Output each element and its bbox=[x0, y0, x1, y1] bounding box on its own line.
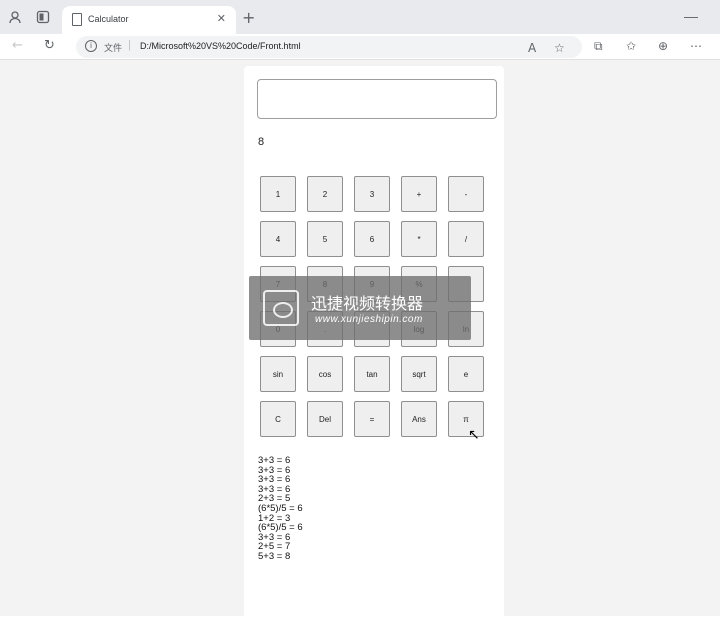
calc-button[interactable]: 1 bbox=[260, 176, 296, 212]
reload-icon[interactable]: ↻ bbox=[44, 38, 55, 53]
address-toolbar: ← ↻ i 文件 | D:/Microsoft%20VS%20Code/Fron… bbox=[0, 34, 720, 60]
star-icon[interactable]: ☆ bbox=[554, 41, 565, 55]
calc-button[interactable]: - bbox=[448, 176, 484, 212]
calc-button[interactable]: tan bbox=[354, 356, 390, 392]
calc-button[interactable]: 5 bbox=[307, 221, 343, 257]
address-bar[interactable]: i 文件 | D:/Microsoft%20VS%20Code/Front.ht… bbox=[76, 36, 582, 58]
calculator-display[interactable] bbox=[257, 79, 497, 119]
calc-button[interactable]: Ans bbox=[401, 401, 437, 437]
favorites-icon[interactable]: ✩ bbox=[626, 39, 636, 53]
tab-actions-icon[interactable] bbox=[36, 10, 50, 24]
calc-button[interactable]: e bbox=[448, 356, 484, 392]
back-arrow-icon[interactable]: ← bbox=[12, 38, 23, 53]
calc-button[interactable]: Del bbox=[307, 401, 343, 437]
calc-button[interactable]: / bbox=[448, 221, 484, 257]
history-list: 3+3 = 6 3+3 = 6 3+3 = 6 3+3 = 6 2+3 = 5 (6*5)… bbox=[258, 456, 303, 562]
url-separator: | bbox=[128, 39, 131, 51]
profile-icon[interactable] bbox=[8, 10, 22, 24]
more-icon[interactable]: ⋯ bbox=[690, 39, 702, 53]
calc-button[interactable]: sqrt bbox=[401, 356, 437, 392]
info-icon[interactable]: i bbox=[85, 40, 97, 52]
calc-button[interactable]: cos bbox=[307, 356, 343, 392]
calc-button[interactable]: = bbox=[354, 401, 390, 437]
result-value: 8 bbox=[258, 136, 265, 148]
tab-calculator[interactable]: Calculator ✕ bbox=[62, 6, 236, 34]
split-screen-icon[interactable]: ⧉ bbox=[594, 39, 603, 54]
watermark-title: 迅捷视频转换器 bbox=[311, 294, 424, 313]
mouse-cursor: ↖ bbox=[468, 427, 480, 443]
close-tab-icon[interactable]: ✕ bbox=[217, 12, 226, 25]
calc-button[interactable]: + bbox=[401, 176, 437, 212]
calculator-card: 8 123+-456*/789%0.loglnsincostansqrteCDe… bbox=[244, 66, 504, 622]
new-tab-icon[interactable]: + bbox=[242, 8, 255, 27]
page-icon bbox=[72, 13, 82, 26]
calc-button[interactable]: 3 bbox=[354, 176, 390, 212]
calc-button[interactable]: * bbox=[401, 221, 437, 257]
minimize-icon[interactable]: — bbox=[684, 8, 698, 24]
calc-button[interactable]: 4 bbox=[260, 221, 296, 257]
tab-bar: Calculator ✕ + — bbox=[0, 0, 720, 34]
watermark: 迅捷视频转换器 www.xunjieshipin.com bbox=[249, 276, 471, 340]
history-item: 5+3 = 8 bbox=[258, 550, 291, 562]
tab-title: Calculator bbox=[88, 14, 129, 24]
calc-button[interactable]: sin bbox=[260, 356, 296, 392]
read-aloud-icon[interactable]: A bbox=[528, 41, 536, 55]
watermark-url: www.xunjieshipin.com bbox=[315, 314, 423, 325]
url-text[interactable]: D:/Microsoft%20VS%20Code/Front.html bbox=[140, 41, 301, 51]
calc-button[interactable]: C bbox=[260, 401, 296, 437]
calc-button[interactable]: 6 bbox=[354, 221, 390, 257]
url-scheme: 文件 bbox=[104, 43, 123, 53]
watermark-logo bbox=[263, 290, 299, 326]
collections-icon[interactable]: ⊕ bbox=[658, 39, 668, 53]
calc-button[interactable]: 2 bbox=[307, 176, 343, 212]
